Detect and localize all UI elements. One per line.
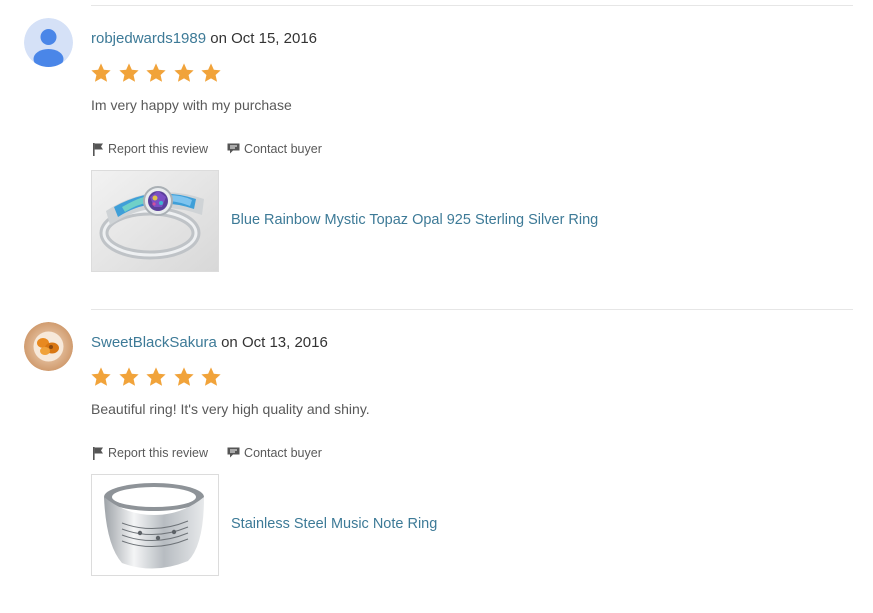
default-user-icon (24, 18, 73, 67)
review-divider (91, 309, 853, 310)
star-icon (201, 63, 221, 82)
review-item: SweetBlackSakura on Oct 13, 2016 Beautif… (0, 322, 873, 592)
report-review-label: Report this review (108, 142, 209, 156)
review-item: robjedwards1989 on Oct 15, 2016 Im very … (0, 18, 873, 288)
star-rating (90, 62, 228, 88)
report-review-label: Report this review (108, 446, 209, 460)
report-review-button[interactable]: Report this review (93, 446, 208, 460)
contact-buyer-button[interactable]: Contact buyer (227, 142, 322, 156)
product-title-link[interactable]: Stainless Steel Music Note Ring (231, 515, 437, 533)
reviewer-username-link[interactable]: robjedwards1989 (91, 30, 206, 47)
star-icon (146, 63, 166, 82)
flag-icon (93, 142, 103, 156)
review-actions: Report this review Contact buyer (93, 446, 341, 460)
avatar[interactable] (24, 18, 73, 67)
review-text: Im very happy with my purchase (91, 97, 292, 113)
contact-buyer-label: Contact buyer (244, 142, 322, 156)
star-icon (91, 367, 111, 386)
contact-buyer-button[interactable]: Contact buyer (227, 446, 322, 460)
review-actions: Report this review Contact buyer (93, 142, 341, 156)
review-header: robjedwards1989 on Oct 15, 2016 (91, 30, 317, 48)
star-icon (91, 63, 111, 82)
star-icon (118, 63, 139, 82)
product-thumbnail[interactable] (91, 170, 219, 272)
star-icon (173, 367, 194, 386)
star-icon (146, 367, 166, 386)
review-text: Beautiful ring! It's very high quality a… (91, 401, 370, 417)
report-review-button[interactable]: Report this review (93, 142, 208, 156)
opal-ring-image (92, 171, 218, 271)
star-icon (201, 367, 221, 386)
user-photo-avatar (24, 322, 73, 371)
star-rating (90, 366, 228, 392)
review-header: SweetBlackSakura on Oct 13, 2016 (91, 334, 328, 352)
reviewer-username-link[interactable]: SweetBlackSakura (91, 334, 217, 351)
review-date-prefix: on (216, 334, 242, 351)
product-title-link[interactable]: Blue Rainbow Mystic Topaz Opal 925 Sterl… (231, 211, 598, 229)
contact-buyer-label: Contact buyer (244, 446, 322, 460)
star-icon (173, 63, 194, 82)
top-divider (91, 5, 853, 6)
chat-icon (227, 143, 240, 154)
music-note-ring-image (92, 475, 218, 575)
flag-icon (93, 446, 103, 460)
review-date: Oct 13, 2016 (241, 334, 328, 351)
review-date: Oct 15, 2016 (231, 30, 318, 47)
chat-icon (227, 447, 240, 458)
product-thumbnail[interactable] (91, 474, 219, 576)
star-icon (118, 367, 139, 386)
avatar[interactable] (24, 322, 73, 371)
review-date-prefix: on (206, 30, 232, 47)
